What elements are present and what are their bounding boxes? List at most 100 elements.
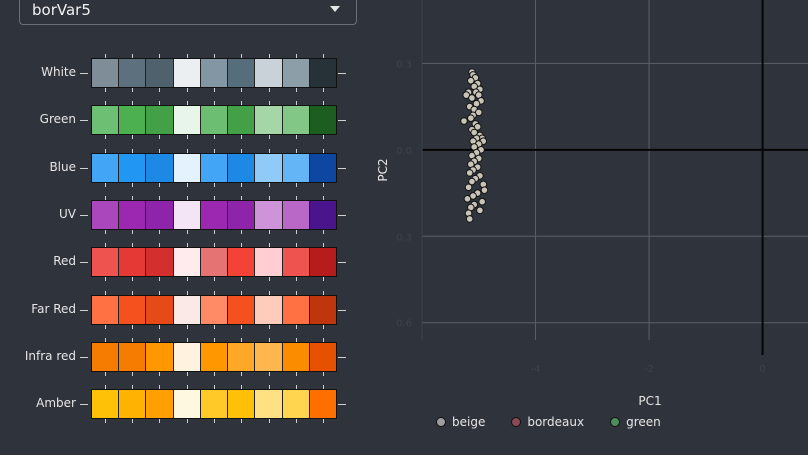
color-strip bbox=[91, 389, 337, 420]
color-swatch bbox=[173, 295, 201, 324]
color-swatch bbox=[146, 390, 174, 419]
chevron-down-icon bbox=[330, 6, 340, 12]
swatch-ticks bbox=[91, 182, 337, 187]
palette-select[interactable]: borVar5 bbox=[19, 0, 357, 25]
color-swatch bbox=[119, 342, 147, 371]
legend-marker bbox=[610, 417, 621, 427]
axis-tick bbox=[80, 214, 88, 216]
color-swatch bbox=[200, 200, 229, 229]
color-swatch bbox=[200, 59, 229, 87]
color-swatch bbox=[173, 153, 201, 182]
axis-tick bbox=[80, 356, 88, 358]
legend-label: beige bbox=[452, 415, 486, 429]
color-swatch bbox=[119, 295, 147, 324]
color-swatch bbox=[282, 59, 310, 87]
color-swatch bbox=[146, 295, 174, 324]
color-swatch bbox=[200, 342, 229, 371]
swatch-ticks bbox=[91, 88, 337, 92]
color-swatch bbox=[119, 106, 147, 135]
color-swatch bbox=[146, 342, 174, 371]
legend-label: bordeaux bbox=[527, 415, 585, 429]
legend-item: green bbox=[610, 415, 661, 429]
color-swatch bbox=[119, 153, 147, 182]
color-strip bbox=[91, 341, 337, 372]
color-swatch bbox=[309, 106, 336, 135]
color-swatch bbox=[146, 248, 174, 277]
color-swatch bbox=[173, 248, 201, 277]
axis-tick bbox=[338, 356, 346, 358]
axis-tick bbox=[80, 404, 88, 406]
axis-tick bbox=[338, 404, 346, 406]
color-swatch bbox=[119, 59, 147, 87]
color-swatch bbox=[146, 59, 174, 87]
color-strip bbox=[91, 294, 337, 325]
data-point bbox=[460, 117, 468, 125]
color-swatch bbox=[146, 106, 174, 135]
swatch-ticks bbox=[91, 371, 337, 376]
color-swatch bbox=[228, 153, 256, 182]
y-tick-label: 0.6 bbox=[396, 319, 412, 330]
data-point bbox=[464, 183, 473, 192]
color-swatch bbox=[228, 106, 256, 135]
color-swatch bbox=[309, 248, 336, 277]
color-swatch bbox=[255, 59, 283, 87]
color-swatch bbox=[282, 295, 310, 324]
palette-row: UV bbox=[0, 195, 360, 235]
palette-row: Green bbox=[0, 100, 360, 140]
palette-row: Red bbox=[0, 242, 360, 282]
palette-row: Amber bbox=[0, 384, 360, 424]
legend-item: bordeaux bbox=[511, 415, 584, 429]
legend-marker bbox=[436, 417, 446, 427]
palette-label: Amber bbox=[36, 396, 76, 411]
color-swatch bbox=[228, 200, 256, 229]
palette-label: UV bbox=[59, 206, 76, 221]
axis-tick bbox=[338, 309, 346, 311]
axis-tick bbox=[338, 167, 346, 169]
color-swatch bbox=[92, 200, 120, 229]
data-point bbox=[480, 186, 489, 194]
color-swatch bbox=[119, 200, 147, 229]
swatch-ticks bbox=[91, 419, 337, 424]
color-swatch bbox=[228, 295, 256, 324]
axis-tick bbox=[80, 73, 88, 74]
data-point bbox=[478, 197, 486, 206]
swatch-ticks bbox=[91, 324, 337, 329]
color-swatch bbox=[146, 153, 174, 182]
data-point bbox=[476, 206, 484, 215]
color-swatch bbox=[92, 153, 120, 182]
axis-tick bbox=[80, 167, 88, 169]
palette-label: White bbox=[41, 65, 76, 79]
palette-row: White bbox=[0, 53, 360, 93]
color-swatch bbox=[92, 59, 120, 87]
color-strip bbox=[91, 199, 337, 230]
color-strip bbox=[91, 247, 337, 278]
palette-label: Red bbox=[53, 254, 76, 269]
pca-scatter-plot: 0.3 0.0 0.3 0.6 -4 -2 0 PC1 PC2 bbox=[376, 0, 808, 408]
color-swatch bbox=[255, 390, 283, 419]
palette-select-value: borVar5 bbox=[32, 1, 91, 19]
color-swatch bbox=[282, 153, 310, 182]
y-tick-label: 0.0 bbox=[396, 146, 412, 157]
color-swatch bbox=[173, 342, 201, 371]
color-swatch bbox=[200, 295, 229, 324]
color-swatch bbox=[146, 200, 174, 229]
color-swatch bbox=[92, 390, 120, 419]
data-point bbox=[465, 169, 474, 177]
color-swatch bbox=[92, 342, 120, 371]
y-tick-label: 0.3 bbox=[396, 232, 412, 243]
color-swatch bbox=[282, 106, 310, 135]
color-swatch bbox=[309, 295, 336, 324]
data-point bbox=[468, 94, 476, 102]
color-swatch bbox=[200, 248, 229, 277]
color-swatch bbox=[309, 153, 336, 182]
color-swatch bbox=[282, 200, 310, 229]
axis-tick bbox=[80, 262, 88, 264]
color-swatch bbox=[282, 248, 310, 277]
y-axis-label: PC2 bbox=[376, 158, 390, 181]
color-swatch bbox=[309, 59, 336, 87]
axis-tick bbox=[338, 73, 346, 74]
swatch-ticks bbox=[91, 135, 337, 140]
axis-tick bbox=[80, 309, 88, 311]
color-swatch bbox=[173, 200, 201, 229]
color-swatch bbox=[255, 106, 283, 135]
